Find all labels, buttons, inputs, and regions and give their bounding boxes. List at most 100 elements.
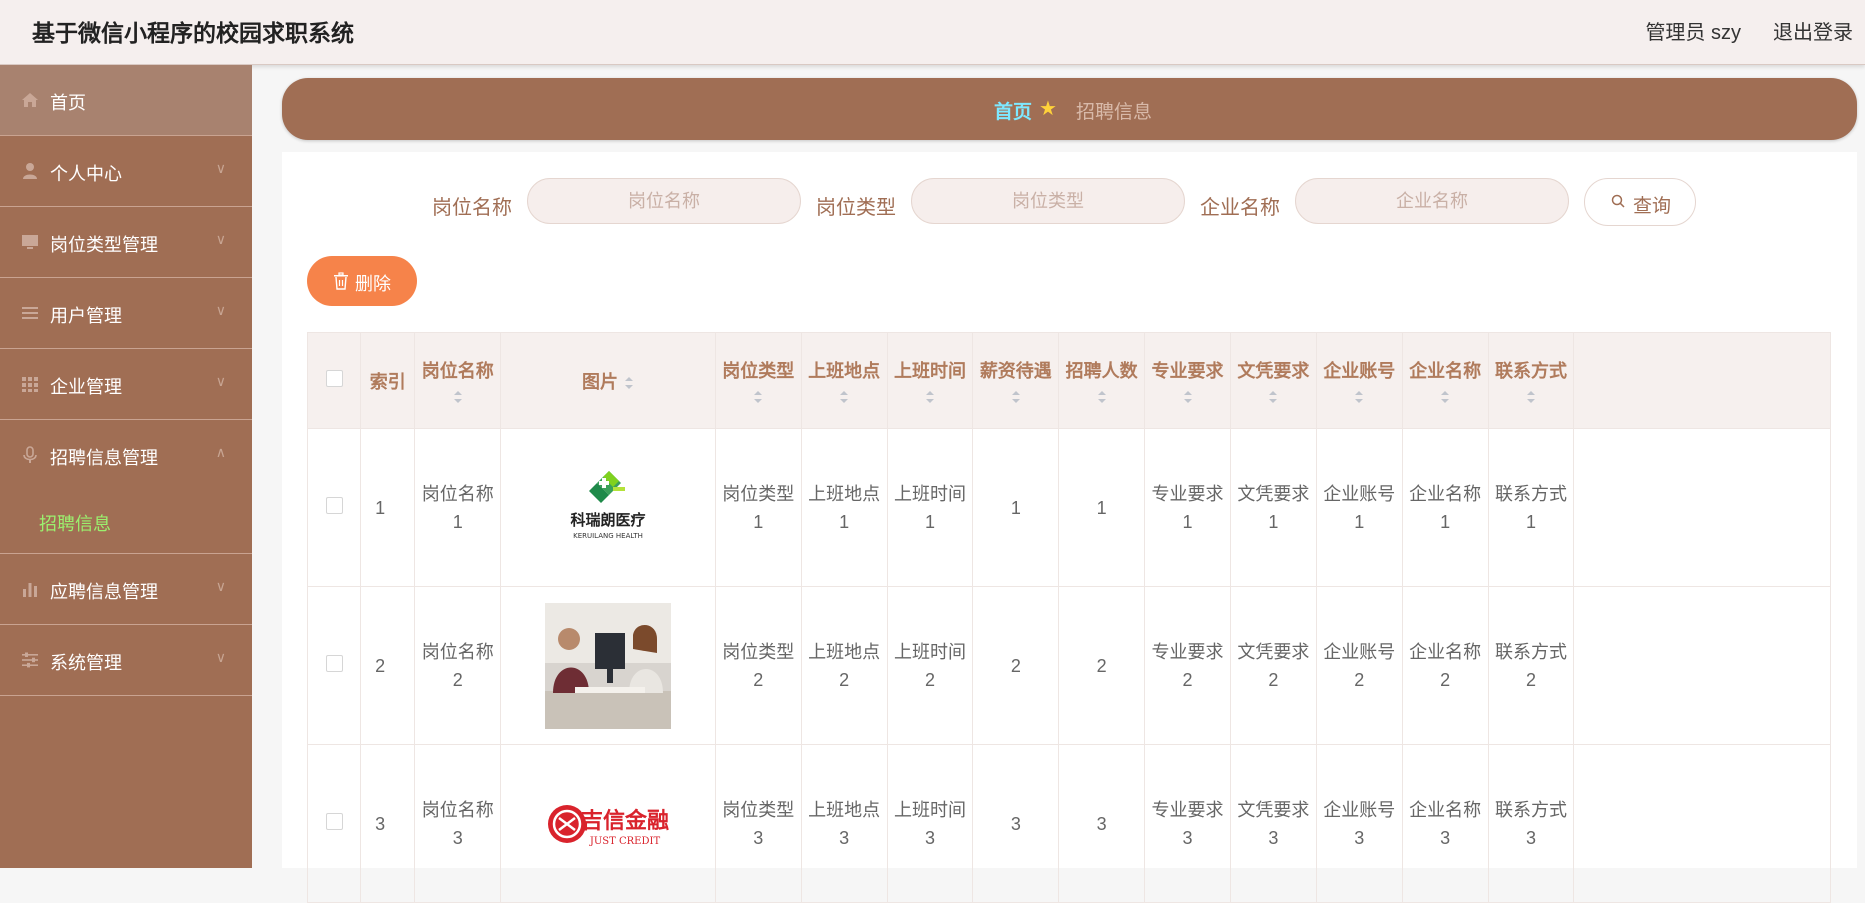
sidebar-item-label: 首页 <box>50 93 86 113</box>
cell-company-name: 企业名称 2 <box>1401 586 1489 745</box>
column-header-company-account[interactable]: 企业账号 <box>1315 332 1403 429</box>
column-header-major[interactable]: 专业要求 <box>1144 332 1231 429</box>
column-header-salary[interactable]: 薪资待遇 <box>972 332 1060 429</box>
table-header-row: 索引 岗位名称 图片 岗位类型 上班地点 上班时间 薪资待遇 招聘人数 专业要求… <box>306 332 1831 429</box>
sort-icon <box>1355 390 1364 403</box>
sort-icon <box>1183 390 1192 403</box>
user-icon <box>23 163 37 179</box>
cell-actions <box>1573 428 1831 587</box>
cell-location: 上班地点 2 <box>800 586 888 745</box>
column-header-location[interactable]: 上班地点 <box>800 332 888 429</box>
mic-icon <box>23 446 37 463</box>
sidebar-item-label: 招聘信息管理 <box>50 448 158 468</box>
app-title: 基于微信小程序的校园求职系统 <box>32 20 354 46</box>
column-header-actions <box>1573 332 1831 429</box>
sidebar-item-label: 企业管理 <box>50 377 122 397</box>
cell-company-account: 企业账号 2 <box>1315 586 1403 745</box>
column-header-job-type[interactable]: 岗位类型 <box>714 332 802 429</box>
cell-job-type: 岗位类型 2 <box>714 586 802 745</box>
column-header-company-name[interactable]: 企业名称 <box>1401 332 1489 429</box>
sort-icon <box>1269 390 1278 403</box>
cell-degree: 文凭要求 3 <box>1229 744 1317 903</box>
cell-job-type: 岗位类型 3 <box>714 744 802 903</box>
sidebar-item-label: 岗位类型管理 <box>50 235 158 255</box>
column-header-image[interactable]: 图片 <box>500 332 716 429</box>
content-panel: 岗位名称 岗位类型 企业名称 查询 删除 索引 岗位名称 图片 岗位类型 上班地… <box>282 152 1857 903</box>
sort-icon <box>1526 390 1535 403</box>
sort-icon <box>1011 390 1020 403</box>
svg-text:JUST CREDIT: JUST CREDIT <box>589 836 661 847</box>
row-select-cell <box>306 586 362 745</box>
chevron-down-icon: ∨ <box>215 302 226 318</box>
interview-photo-image <box>544 602 671 729</box>
sidebar: 首页 个人中心 ∨ 岗位类型管理 ∨ 用户管理 ∨ 企业管理 ∨ 招聘信息管理 … <box>0 65 252 868</box>
sidebar-item-personal-center[interactable]: 个人中心 ∨ <box>0 136 252 207</box>
column-header-job-name[interactable]: 岗位名称 <box>414 332 502 429</box>
monitor-icon <box>22 235 38 249</box>
row-checkbox[interactable] <box>325 812 343 830</box>
cell-work-time: 上班时间 1 <box>886 428 974 587</box>
cell-job-name: 岗位名称 3 <box>414 744 502 903</box>
table-row: 2 岗位名称 2 岗位类型 2 上班地点 2 上班时间 2 2 2 专业要求 2… <box>306 586 1831 745</box>
sidebar-item-job-type-management[interactable]: 岗位类型管理 ∨ <box>0 207 252 278</box>
sort-icon <box>624 376 633 389</box>
sidebar-item-user-management[interactable]: 用户管理 ∨ <box>0 278 252 349</box>
table-row: 3 岗位名称 3 吉信金融 JUST CREDIT 岗位类型 3 上班地点 3 上班时… <box>306 744 1831 903</box>
sidebar-item-label: 用户管理 <box>50 306 122 326</box>
sidebar-item-home[interactable]: 首页 <box>0 65 252 136</box>
sidebar-item-application-management[interactable]: 应聘信息管理 ∨ <box>0 554 252 625</box>
sort-icon <box>453 390 462 403</box>
row-select-cell <box>306 428 362 587</box>
cell-headcount: 3 <box>1058 744 1146 903</box>
select-all-checkbox[interactable] <box>325 369 343 387</box>
company-name-label: 企业名称 <box>1200 197 1280 219</box>
column-header-contact[interactable]: 联系方式 <box>1487 332 1575 429</box>
svg-text:科瑞朗医疗: 科瑞朗医疗 <box>570 511 645 529</box>
cell-job-type: 岗位类型 1 <box>714 428 802 587</box>
cell-contact: 联系方式 1 <box>1487 428 1575 587</box>
bar-chart-icon <box>23 583 37 597</box>
breadcrumb-home[interactable]: 首页 <box>994 97 1032 124</box>
sidebar-item-system-management[interactable]: 系统管理 ∨ <box>0 625 252 696</box>
svg-text:KERUILANG HEALTH: KERUILANG HEALTH <box>573 532 643 540</box>
submenu-item-recruitment-info[interactable]: 招聘信息 <box>0 490 252 554</box>
cell-location: 上班地点 1 <box>800 428 888 587</box>
cell-degree: 文凭要求 2 <box>1229 586 1317 745</box>
cell-work-time: 上班时间 3 <box>886 744 974 903</box>
cell-job-name: 岗位名称 2 <box>414 586 502 745</box>
table-row: 1 岗位名称 1 科瑞朗医疗 KERUILANG HEALTH 岗位类型 1 上… <box>306 428 1831 587</box>
admin-info: 管理员 szy <box>1645 22 1741 44</box>
column-header-work-time[interactable]: 上班时间 <box>886 332 974 429</box>
cell-salary: 3 <box>972 744 1060 903</box>
cell-index: 3 <box>360 744 416 903</box>
list-icon <box>22 307 38 319</box>
cell-actions <box>1573 586 1831 745</box>
search-icon <box>1611 194 1625 208</box>
row-checkbox[interactable] <box>325 654 343 672</box>
sidebar-item-recruitment-management[interactable]: 招聘信息管理 ∧ <box>0 420 252 490</box>
submenu-item-label: 招聘信息 <box>39 514 111 534</box>
job-type-input[interactable] <box>911 178 1185 224</box>
cell-major: 专业要求 1 <box>1144 428 1231 587</box>
logout-link[interactable]: 退出登录 <box>1773 16 1853 45</box>
row-checkbox[interactable] <box>325 496 343 514</box>
chevron-down-icon: ∨ <box>215 373 226 389</box>
sort-icon <box>754 390 763 403</box>
query-label: 查询 <box>1633 196 1672 217</box>
cell-salary: 1 <box>972 428 1060 587</box>
recruitment-table: 索引 岗位名称 图片 岗位类型 上班地点 上班时间 薪资待遇 招聘人数 专业要求… <box>306 332 1831 903</box>
query-button[interactable]: 查询 <box>1584 178 1696 226</box>
chevron-down-icon: ∨ <box>215 578 226 594</box>
job-name-input[interactable] <box>527 178 801 224</box>
cell-headcount: 1 <box>1058 428 1146 587</box>
delete-button[interactable]: 删除 <box>307 256 417 306</box>
column-header-degree[interactable]: 文凭要求 <box>1229 332 1317 429</box>
star-icon: ★ <box>1039 98 1057 120</box>
column-header-index: 索引 <box>360 332 416 429</box>
column-header-headcount[interactable]: 招聘人数 <box>1058 332 1146 429</box>
cell-company-name: 企业名称 1 <box>1401 428 1489 587</box>
sidebar-item-company-management[interactable]: 企业管理 ∨ <box>0 349 252 420</box>
company-name-input[interactable] <box>1295 178 1569 224</box>
cell-index: 2 <box>360 586 416 745</box>
cell-degree: 文凭要求 1 <box>1229 428 1317 587</box>
